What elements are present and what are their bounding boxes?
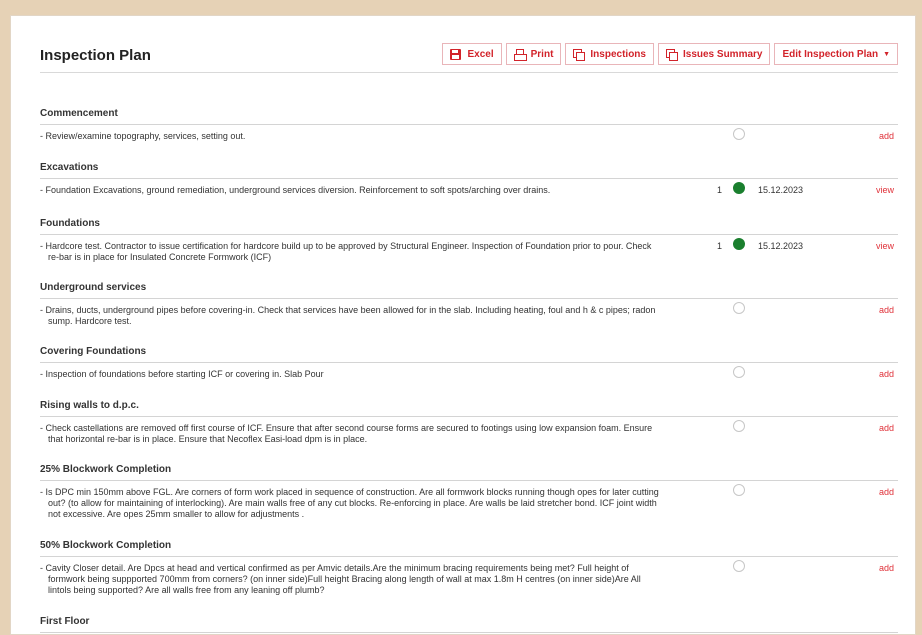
add-link[interactable]: add: [879, 487, 894, 498]
inspection-row: - Review/examine topography, services, s…: [40, 125, 898, 155]
inspection-description: - Hardcore test. Contractor to issue cer…: [40, 241, 652, 262]
copy-icon: [573, 48, 586, 61]
inspection-row: - Cavity Closer detail. Are Dpcs at head…: [40, 557, 898, 609]
status-pending-icon: [733, 128, 745, 140]
inspection-date: 15.12.2023: [758, 241, 804, 251]
stage-title: 50% Blockwork Completion: [40, 533, 898, 557]
status-completed-icon: [733, 238, 745, 250]
stage-title: Covering Foundations: [40, 339, 898, 363]
status-pending-icon: [733, 560, 745, 572]
inspection-stage: Underground services - Drains, ducts, und…: [40, 275, 898, 339]
caret-down-icon: ▼: [883, 50, 890, 58]
page-title: Inspection Plan: [40, 47, 151, 64]
inspections-button[interactable]: Inspections: [565, 43, 654, 65]
inspection-stage: 50% Blockwork Completion - Cavity Closer …: [40, 533, 898, 609]
inspection-stage: Covering Foundations - Inspection of foun…: [40, 339, 898, 393]
inspection-date: 15.12.2023: [758, 185, 804, 195]
inspection-description: - Is DPC min 150mm above FGL. Are corner…: [40, 487, 659, 519]
inspection-description: - Review/examine topography, services, s…: [40, 131, 246, 141]
view-link[interactable]: view: [876, 241, 894, 252]
inspection-stage: Foundations - Hardcore test. Contractor t…: [40, 211, 898, 275]
inspection-description: - Drains, ducts, underground pipes befor…: [40, 305, 656, 326]
status-completed-icon: [733, 182, 745, 194]
issues-summary-button-label: Issues Summary: [682, 48, 763, 60]
add-link[interactable]: add: [879, 563, 894, 574]
inspection-row: - Is DPC min 150mm above FGL. Are corner…: [40, 481, 898, 533]
stage-title: First Floor: [40, 609, 898, 633]
add-link[interactable]: add: [879, 423, 894, 434]
stage-title: Foundations: [40, 211, 898, 235]
inspection-row: - Foundation Excavations, ground remedia…: [40, 179, 898, 211]
toolbar: Excel Print Inspections Issues Summary E…: [442, 43, 898, 65]
stage-title: Rising walls to d.p.c.: [40, 393, 898, 417]
inspection-description: - Foundation Excavations, ground remedia…: [40, 185, 551, 195]
stage-title: Commencement: [40, 101, 898, 125]
excel-button-label: Excel: [467, 48, 494, 60]
add-link[interactable]: add: [879, 305, 894, 316]
inspections-button-label: Inspections: [590, 48, 646, 60]
inspection-description: - Cavity Closer detail. Are Dpcs at head…: [40, 563, 641, 595]
excel-button[interactable]: Excel: [442, 43, 502, 65]
inspection-description: - Check castellations are removed off fi…: [40, 423, 653, 444]
inspection-stage: 25% Blockwork Completion - Is DPC min 150…: [40, 457, 898, 533]
status-pending-icon: [733, 302, 745, 314]
stage-title: 25% Blockwork Completion: [40, 457, 898, 481]
add-link[interactable]: add: [879, 131, 894, 142]
inspection-stage: First Floor- Easi joist layout correct i…: [40, 609, 898, 634]
print-button-label: Print: [530, 48, 554, 60]
issues-summary-button[interactable]: Issues Summary: [657, 43, 771, 65]
edit-inspection-plan-dropdown[interactable]: Edit Inspection Plan ▼: [774, 43, 898, 65]
copy-icon: [665, 48, 678, 61]
add-link[interactable]: add: [879, 369, 894, 380]
status-pending-icon: [733, 366, 745, 378]
print-icon: [513, 48, 527, 61]
stage-title: Excavations: [40, 155, 898, 179]
inspection-description: - Inspection of foundations before start…: [40, 369, 324, 379]
inspection-row: - Hardcore test. Contractor to issue cer…: [40, 235, 898, 275]
inspection-row: - Inspection of foundations before start…: [40, 363, 898, 393]
print-button[interactable]: Print: [505, 43, 562, 65]
inspection-stage: Rising walls to d.p.c. - Check castellati…: [40, 393, 898, 457]
status-pending-icon: [733, 420, 745, 432]
inspection-plan-panel: Inspection Plan Excel Print Inspections …: [10, 15, 916, 635]
inspection-count: 1: [717, 241, 723, 251]
edit-inspection-plan-label: Edit Inspection Plan: [782, 48, 879, 60]
page-header: Inspection Plan Excel Print Inspections …: [40, 40, 898, 73]
view-link[interactable]: view: [876, 185, 894, 196]
inspection-stage: Excavations - Foundation Excavations, gro…: [40, 155, 898, 211]
inspection-count: 1: [717, 185, 723, 195]
inspection-row: - Drains, ducts, underground pipes befor…: [40, 299, 898, 339]
status-pending-icon: [733, 484, 745, 496]
inspection-stage-list: Commencement - Review/examine topography,…: [40, 101, 898, 634]
stage-title: Underground services: [40, 275, 898, 299]
save-icon: [450, 48, 462, 60]
inspection-row: - Check castellations are removed off fi…: [40, 417, 898, 457]
inspection-stage: Commencement - Review/examine topography,…: [40, 101, 898, 155]
